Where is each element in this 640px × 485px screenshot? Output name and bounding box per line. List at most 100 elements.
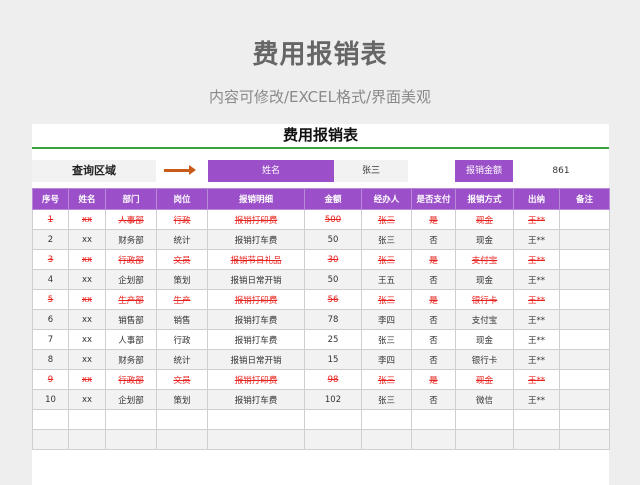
cell-post[interactable]: 生产 [156,289,208,310]
cell-handler[interactable]: 张三 [361,329,412,350]
cell-detail[interactable]: 报销日常开销 [207,349,305,370]
cell-method[interactable]: 现金 [455,269,514,290]
cell-detail[interactable]: 报销打印费 [207,369,305,390]
empty-cell[interactable] [513,429,560,450]
cell-cashier[interactable]: 王** [513,389,560,410]
cell-note[interactable] [559,229,610,250]
empty-cell[interactable] [304,409,362,430]
cell-handler[interactable]: 张三 [361,289,412,310]
cell-paid[interactable]: 否 [411,349,456,370]
cell-name[interactable]: xx [68,309,106,330]
cell-amount[interactable]: 102 [304,389,362,410]
empty-cell[interactable] [361,429,412,450]
empty-cell[interactable] [411,429,456,450]
cell-amount[interactable]: 50 [304,269,362,290]
cell-cashier[interactable]: 王** [513,209,560,230]
cell-name[interactable]: xx [68,249,106,270]
cell-paid[interactable]: 是 [411,209,456,230]
cell-no[interactable]: 10 [32,389,69,410]
empty-cell[interactable] [105,429,157,450]
cell-detail[interactable]: 报销日常开销 [207,269,305,290]
empty-cell[interactable] [105,409,157,430]
cell-no[interactable]: 7 [32,329,69,350]
cell-cashier[interactable]: 王** [513,349,560,370]
cell-name[interactable]: xx [68,209,106,230]
cell-post[interactable]: 文员 [156,249,208,270]
empty-cell[interactable] [559,429,610,450]
cell-note[interactable] [559,209,610,230]
cell-note[interactable] [559,369,610,390]
cell-method[interactable]: 银行卡 [455,289,514,310]
cell-no[interactable]: 4 [32,269,69,290]
cell-cashier[interactable]: 王** [513,309,560,330]
cell-name[interactable]: xx [68,269,106,290]
cell-detail[interactable]: 报销打车费 [207,229,305,250]
cell-cashier[interactable]: 王** [513,289,560,310]
cell-post[interactable]: 统计 [156,349,208,370]
cell-handler[interactable]: 张三 [361,369,412,390]
cell-handler[interactable]: 李四 [361,309,412,330]
cell-paid[interactable]: 否 [411,329,456,350]
cell-cashier[interactable]: 王** [513,229,560,250]
cell-no[interactable]: 5 [32,289,69,310]
cell-name[interactable]: xx [68,389,106,410]
cell-paid[interactable]: 否 [411,389,456,410]
cell-note[interactable] [559,289,610,310]
cell-dept[interactable]: 行政部 [105,249,157,270]
cell-post[interactable]: 策划 [156,389,208,410]
cell-no[interactable]: 6 [32,309,69,330]
cell-handler[interactable]: 张三 [361,249,412,270]
empty-cell[interactable] [455,429,514,450]
cell-paid[interactable]: 是 [411,289,456,310]
cell-paid[interactable]: 否 [411,229,456,250]
cell-handler[interactable]: 李四 [361,349,412,370]
cell-method[interactable]: 微信 [455,389,514,410]
cell-cashier[interactable]: 王** [513,249,560,270]
cell-paid[interactable]: 是 [411,249,456,270]
cell-note[interactable] [559,249,610,270]
empty-cell[interactable] [32,429,69,450]
cell-name[interactable]: xx [68,229,106,250]
empty-cell[interactable] [559,409,610,430]
cell-note[interactable] [559,269,610,290]
cell-dept[interactable]: 行政部 [105,369,157,390]
empty-cell[interactable] [156,409,208,430]
empty-cell[interactable] [68,429,106,450]
cell-handler[interactable]: 张三 [361,229,412,250]
cell-handler[interactable]: 张三 [361,389,412,410]
empty-cell[interactable] [513,409,560,430]
cell-amount[interactable]: 15 [304,349,362,370]
cell-amount[interactable]: 500 [304,209,362,230]
cell-detail[interactable]: 报销节日礼品 [207,249,305,270]
empty-cell[interactable] [156,429,208,450]
cell-note[interactable] [559,349,610,370]
cell-name[interactable]: xx [68,369,106,390]
cell-detail[interactable]: 报销打车费 [207,389,305,410]
cell-amount[interactable]: 50 [304,229,362,250]
cell-no[interactable]: 1 [32,209,69,230]
cell-detail[interactable]: 报销打印费 [207,289,305,310]
empty-cell[interactable] [207,409,305,430]
cell-no[interactable]: 8 [32,349,69,370]
cell-handler[interactable]: 王五 [361,269,412,290]
cell-method[interactable]: 现金 [455,369,514,390]
cell-name[interactable]: xx [68,289,106,310]
cell-post[interactable]: 文员 [156,369,208,390]
cell-note[interactable] [559,329,610,350]
cell-post[interactable]: 行政 [156,329,208,350]
empty-cell[interactable] [455,409,514,430]
cell-post[interactable]: 销售 [156,309,208,330]
cell-amount[interactable]: 98 [304,369,362,390]
cell-method[interactable]: 支付宝 [455,309,514,330]
cell-dept[interactable]: 财务部 [105,349,157,370]
cell-note[interactable] [559,309,610,330]
cell-cashier[interactable]: 王** [513,269,560,290]
cell-note[interactable] [559,389,610,410]
cell-method[interactable]: 现金 [455,229,514,250]
empty-cell[interactable] [207,429,305,450]
cell-paid[interactable]: 否 [411,309,456,330]
cell-detail[interactable]: 报销打车费 [207,329,305,350]
cell-post[interactable]: 策划 [156,269,208,290]
empty-cell[interactable] [304,429,362,450]
cell-cashier[interactable]: 王** [513,369,560,390]
